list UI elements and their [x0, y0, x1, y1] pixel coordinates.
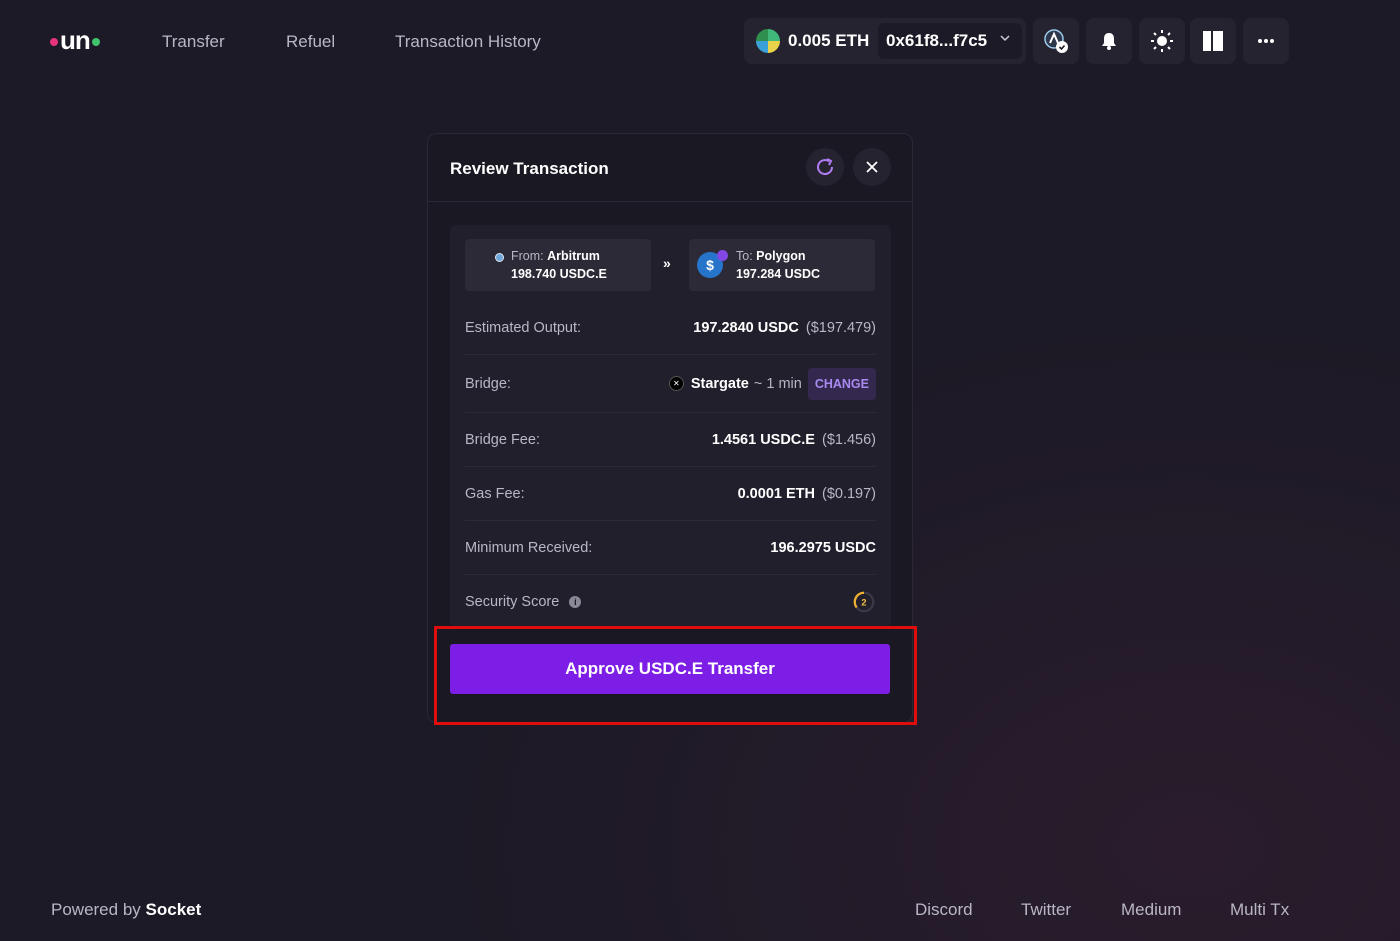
close-button[interactable]: [853, 148, 891, 186]
logo-text: un: [60, 25, 91, 55]
footer-link-medium[interactable]: Medium: [1121, 900, 1181, 920]
footer-link-discord[interactable]: Discord: [915, 900, 973, 920]
notifications-button[interactable]: [1086, 18, 1132, 64]
layout-icon: [1203, 31, 1223, 51]
theme-toggle-button[interactable]: [1139, 18, 1185, 64]
row-minimum-received: Minimum Received: 196.2975 USDC: [465, 521, 876, 575]
bell-icon: [1102, 33, 1116, 50]
transaction-details: From: Arbitrum 198.740 USDC.E » $ To: Po…: [450, 225, 891, 627]
more-icon: [1258, 39, 1274, 43]
arbitrum-icon: [495, 253, 504, 262]
wallet-address: 0x61f8...f7c5: [886, 31, 988, 50]
logo-dot-pink: [50, 38, 58, 46]
bridge-fee-value: 1.4561 USDC.E: [711, 431, 815, 448]
row-value: 0.0001 ETH ($0.197): [738, 486, 876, 502]
polygon-icon: [717, 250, 728, 261]
from-chain-name: Arbitrum: [547, 249, 600, 263]
row-security-score: Security Score i 2: [465, 575, 876, 629]
row-label: Bridge:: [465, 375, 511, 392]
minimum-received-value: 196.2975 USDC: [770, 539, 876, 556]
row-estimated-output: Estimated Output: 197.2840 USDC ($197.47…: [465, 301, 876, 355]
from-label: From: Arbitrum: [511, 249, 600, 263]
nav-transfer[interactable]: Transfer: [162, 30, 225, 54]
close-icon: [866, 161, 878, 173]
row-label: Gas Fee:: [465, 485, 525, 502]
row-bridge-fee: Bridge Fee: 1.4561 USDC.E ($1.456): [465, 413, 876, 467]
row-value: ✕ Stargate ~ 1 min CHANGE: [668, 367, 876, 400]
row-label: Bridge Fee:: [465, 431, 540, 448]
powered-by: Powered by Socket: [51, 900, 201, 920]
powered-by-text: Powered by: [51, 900, 141, 919]
gas-fee-value: 0.0001 ETH: [737, 485, 815, 502]
modal-header: Review Transaction: [428, 134, 912, 202]
from-amount: 198.740 USDC.E: [511, 267, 607, 281]
estimated-output-usd: ($197.479): [805, 319, 876, 336]
sun-icon: [1151, 30, 1173, 52]
to-amount: 197.284 USDC: [736, 267, 821, 281]
bridge-name: Stargate: [690, 375, 749, 392]
socket-link[interactable]: Socket: [146, 900, 202, 919]
stargate-icon: ✕: [668, 376, 684, 391]
to-label-prefix: To:: [736, 249, 753, 263]
to-chain-name: Polygon: [756, 249, 806, 263]
info-icon[interactable]: i: [569, 596, 582, 608]
footer-link-twitter[interactable]: Twitter: [1021, 900, 1071, 920]
row-value: 1.4561 USDC.E ($1.456): [712, 432, 876, 448]
security-score-label: Security Score: [465, 594, 560, 610]
nav-refuel[interactable]: Refuel: [286, 30, 335, 54]
approve-transfer-button[interactable]: Approve USDC.E Transfer: [450, 644, 890, 694]
wallet-widget[interactable]: 0.005 ETH 0x61f8...f7c5: [744, 18, 1026, 64]
bridge-fee-usd: ($1.456): [821, 431, 876, 448]
refresh-icon: [817, 158, 834, 176]
row-gas-fee: Gas Fee: 0.0001 ETH ($0.197): [465, 467, 876, 521]
row-value: 2: [852, 590, 876, 614]
row-value: 197.2840 USDC ($197.479): [693, 320, 876, 336]
chevron-down-icon: [1000, 35, 1010, 42]
bridge-eta: ~ 1 min: [753, 375, 802, 392]
modal-title: Review Transaction: [450, 159, 609, 178]
security-score-value: 2: [861, 598, 866, 608]
chain-selector-icon: [1044, 29, 1068, 53]
wallet-balance: 0.005 ETH: [788, 31, 870, 50]
from-chain-card: From: Arbitrum 198.740 USDC.E: [465, 239, 651, 291]
row-bridge: Bridge: ✕ Stargate ~ 1 min CHANGE: [465, 355, 876, 413]
change-bridge-button[interactable]: CHANGE: [807, 367, 876, 400]
uni-logo[interactable]: un: [50, 25, 100, 55]
layout-toggle-button[interactable]: [1190, 18, 1236, 64]
refresh-button[interactable]: [806, 148, 844, 186]
nav-transaction-history[interactable]: Transaction History: [395, 30, 541, 54]
eth-token-icon: [756, 29, 780, 53]
footer-link-multi-tx[interactable]: Multi Tx: [1230, 900, 1289, 920]
more-options-button[interactable]: [1243, 18, 1289, 64]
chain-selector-button[interactable]: [1033, 18, 1079, 64]
row-value: 196.2975 USDC: [770, 540, 876, 556]
from-label-prefix: From:: [511, 249, 544, 263]
row-label: Security Score i: [465, 594, 582, 610]
wallet-address-button[interactable]: 0x61f8...f7c5: [878, 23, 1022, 59]
gas-fee-usd: ($0.197): [821, 485, 876, 502]
logo-dot-green: [91, 38, 100, 46]
row-label: Minimum Received:: [465, 539, 593, 556]
to-label: To: Polygon: [736, 249, 805, 263]
estimated-output-value: 197.2840 USDC: [693, 319, 799, 336]
security-score-gauge[interactable]: 2: [852, 590, 876, 614]
row-label: Estimated Output:: [465, 319, 582, 336]
to-chain-card: $ To: Polygon 197.284 USDC: [689, 239, 875, 291]
double-arrow-icon: »: [663, 255, 671, 271]
